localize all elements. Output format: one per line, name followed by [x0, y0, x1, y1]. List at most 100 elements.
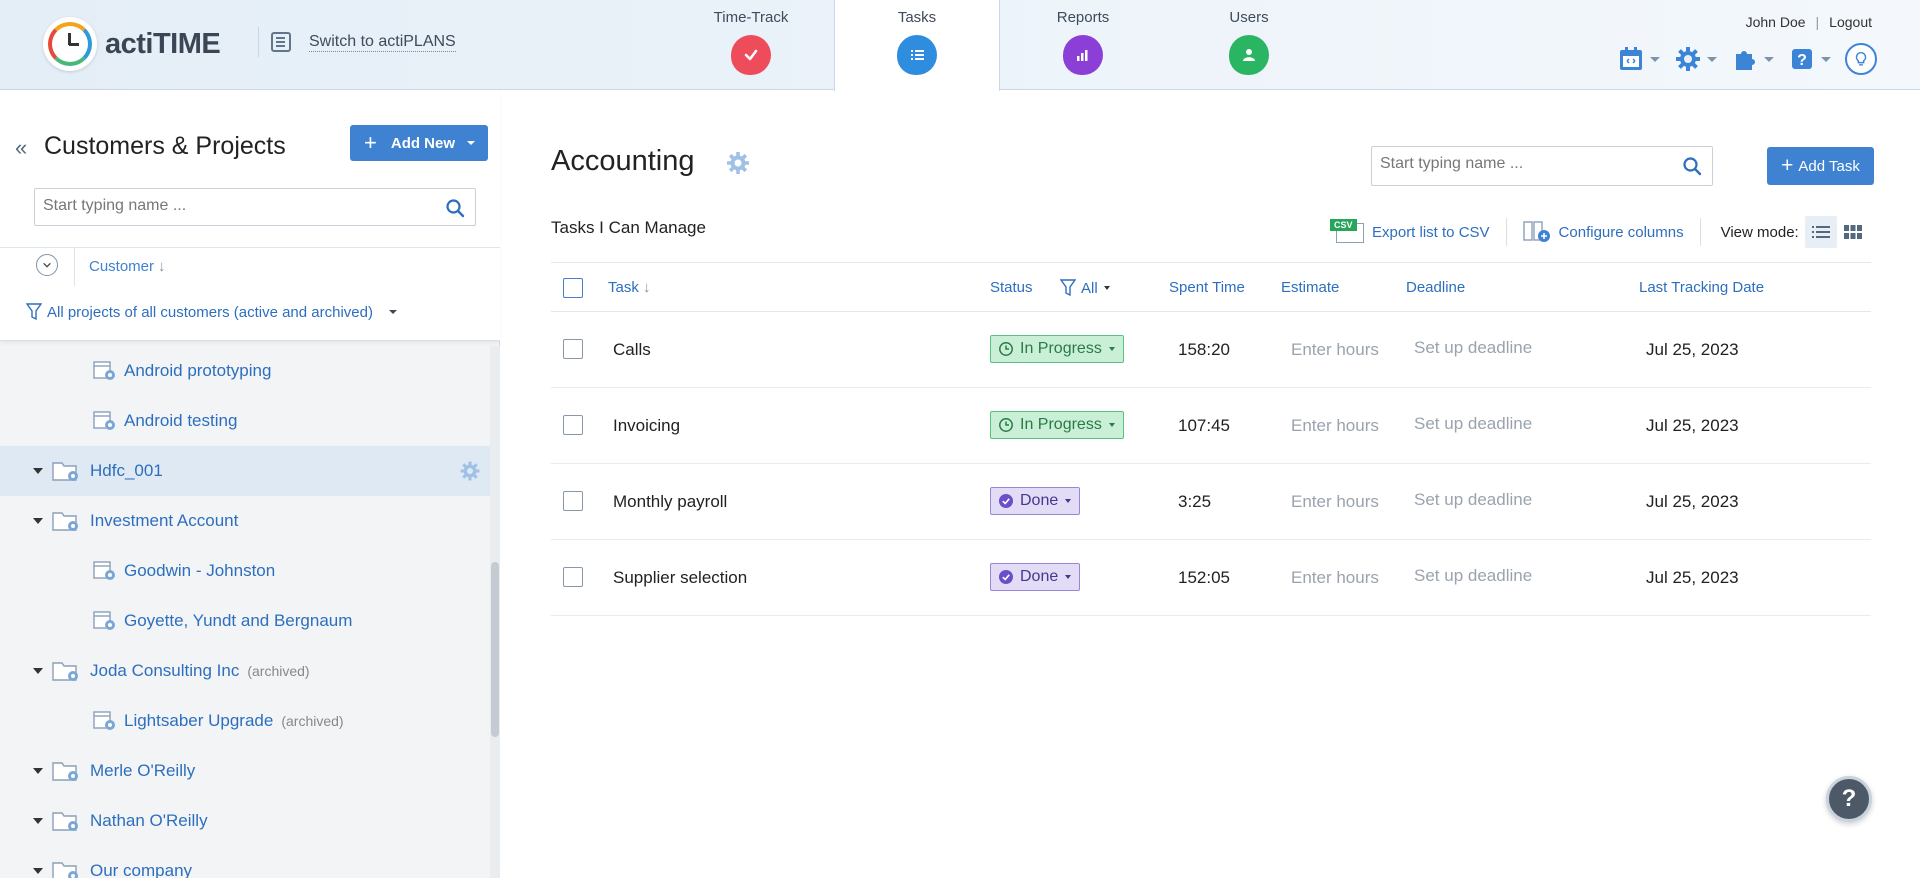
switch-to-actiplans-link[interactable]: Switch to actiPLANS	[258, 27, 456, 57]
task-name[interactable]: Invoicing	[613, 416, 680, 436]
plus-icon: +	[1781, 154, 1794, 177]
gear-icon[interactable]	[458, 459, 482, 483]
customer-folder-icon	[52, 509, 80, 533]
deadline-field[interactable]: Set up deadline	[1414, 338, 1532, 358]
tab-time-track[interactable]: Time-Track	[668, 0, 834, 90]
svg-text:?: ?	[1797, 52, 1807, 69]
actitime-logo[interactable]: actiTIME	[43, 17, 221, 71]
scroll-thumb[interactable]	[491, 562, 499, 737]
help-button[interactable]: ?	[1826, 776, 1872, 822]
tree-project-item[interactable]: Android prototyping	[0, 346, 490, 396]
add-task-button[interactable]: + Add Task	[1767, 147, 1874, 185]
status-filter[interactable]: All	[1060, 279, 1110, 297]
table-row[interactable]: Calls In Progress 158:20 Enter hours Set up …	[551, 312, 1871, 388]
column-spent-time[interactable]: Spent Time	[1169, 279, 1245, 296]
expand-caret-icon[interactable]	[33, 818, 43, 824]
column-task[interactable]: Task ↓	[608, 279, 651, 296]
divider	[74, 248, 75, 286]
expand-all-button[interactable]	[36, 254, 58, 276]
expand-caret-icon[interactable]	[33, 468, 43, 474]
task-name[interactable]: Monthly payroll	[613, 492, 727, 512]
addons-menu[interactable]	[1731, 45, 1774, 73]
row-checkbox[interactable]	[563, 567, 583, 587]
estimate-field[interactable]: Enter hours	[1291, 492, 1379, 512]
chevron-down-icon	[1764, 56, 1774, 62]
deadline-field[interactable]: Set up deadline	[1414, 414, 1532, 434]
chevron-down-icon	[1707, 56, 1717, 62]
tree-customer-item[interactable]: Joda Consulting Inc (archived)	[0, 646, 490, 696]
calendar-menu[interactable]	[1617, 45, 1660, 73]
column-estimate[interactable]: Estimate	[1281, 279, 1339, 296]
deadline-field[interactable]: Set up deadline	[1414, 566, 1532, 586]
help-menu[interactable]: ?	[1788, 45, 1831, 73]
row-checkbox[interactable]	[563, 415, 583, 435]
grid-view-button[interactable]	[1837, 216, 1869, 248]
deadline-field[interactable]: Set up deadline	[1414, 490, 1532, 510]
expand-caret-icon[interactable]	[33, 868, 43, 874]
task-name[interactable]: Supplier selection	[613, 568, 747, 588]
tree-customer-item[interactable]: Our company	[0, 846, 490, 878]
list-view-button[interactable]	[1804, 216, 1837, 248]
table-row[interactable]: Monthly payroll Done 3:25 Enter hours Set up…	[551, 464, 1871, 540]
estimate-field[interactable]: Enter hours	[1291, 340, 1379, 360]
lightbulb-icon[interactable]	[1845, 43, 1877, 75]
row-checkbox[interactable]	[563, 339, 583, 359]
tree-project-item[interactable]: Lightsaber Upgrade (archived)	[0, 696, 490, 746]
column-deadline[interactable]: Deadline	[1406, 279, 1465, 296]
spent-time: 158:20	[1178, 340, 1230, 359]
tree-project-item[interactable]: Goodwin - Johnston	[0, 546, 490, 596]
project-icon	[92, 708, 116, 732]
divider	[1505, 218, 1507, 246]
tree-project-item[interactable]: Goyette, Yundt and Bergnaum	[0, 596, 490, 646]
search-icon[interactable]	[445, 198, 465, 218]
sidebar-header: « Customers & Projects + Add New Custome…	[0, 91, 500, 341]
add-new-button[interactable]: + Add New	[350, 125, 488, 161]
status-badge[interactable]: In Progress	[990, 335, 1124, 363]
tree-item-label: Merle O'Reilly	[90, 761, 196, 780]
table-row[interactable]: Supplier selection Done 152:05 Enter hours S…	[551, 540, 1871, 616]
sidebar-search-input[interactable]	[43, 197, 435, 215]
logout-link[interactable]: Logout	[1829, 14, 1872, 30]
task-name[interactable]: Calls	[613, 340, 651, 360]
select-all-checkbox[interactable]	[563, 278, 583, 298]
tab-users[interactable]: Users	[1166, 0, 1332, 90]
export-csv-button[interactable]: CSV Export list to CSV	[1330, 219, 1490, 245]
sidebar-scrollbar[interactable]	[490, 346, 500, 878]
tree-item-label: Our company	[90, 861, 193, 878]
sort-by-customer[interactable]: Customer ↓	[89, 258, 166, 275]
tree-project-item[interactable]: Android testing	[0, 396, 490, 446]
status-badge[interactable]: In Progress	[990, 411, 1124, 439]
toolbar-icons: ?	[1617, 43, 1877, 75]
column-last-tracking-date[interactable]: Last Tracking Date	[1639, 279, 1764, 296]
settings-menu[interactable]	[1674, 45, 1717, 73]
tree-customer-item[interactable]: Investment Account	[0, 496, 490, 546]
search-icon[interactable]	[1682, 156, 1702, 176]
archived-tag: (archived)	[281, 713, 344, 729]
customers-projects-panel: « Customers & Projects + Add New Custome…	[0, 91, 500, 878]
gear-icon[interactable]	[724, 149, 752, 177]
table-row[interactable]: Invoicing In Progress 107:45 Enter hours Set…	[551, 388, 1871, 464]
status-badge[interactable]: Done	[990, 563, 1081, 591]
project-icon	[92, 608, 116, 632]
tree-item-label: Investment Account	[90, 511, 239, 530]
configure-columns-button[interactable]: Configure columns	[1522, 220, 1684, 244]
expand-caret-icon[interactable]	[33, 768, 43, 774]
task-search-input[interactable]	[1380, 155, 1672, 173]
estimate-field[interactable]: Enter hours	[1291, 568, 1379, 588]
expand-caret-icon[interactable]	[33, 668, 43, 674]
tab-reports[interactable]: Reports	[1000, 0, 1166, 90]
check-circle-icon	[999, 570, 1013, 584]
status-badge[interactable]: Done	[990, 487, 1081, 515]
expand-caret-icon[interactable]	[33, 518, 43, 524]
project-filter[interactable]: All projects of all customers (active an…	[26, 303, 397, 321]
tree-customer-item[interactable]: Hdfc_001	[0, 446, 490, 496]
estimate-field[interactable]: Enter hours	[1291, 416, 1379, 436]
user-name[interactable]: John Doe	[1746, 14, 1806, 30]
row-checkbox[interactable]	[563, 491, 583, 511]
clock-icon	[999, 342, 1013, 356]
column-status[interactable]: Status	[990, 279, 1033, 296]
tree-customer-item[interactable]: Nathan O'Reilly	[0, 796, 490, 846]
tree-customer-item[interactable]: Merle O'Reilly	[0, 746, 490, 796]
tab-tasks[interactable]: Tasks	[834, 0, 1000, 91]
collapse-panel-icon[interactable]: «	[15, 135, 27, 161]
